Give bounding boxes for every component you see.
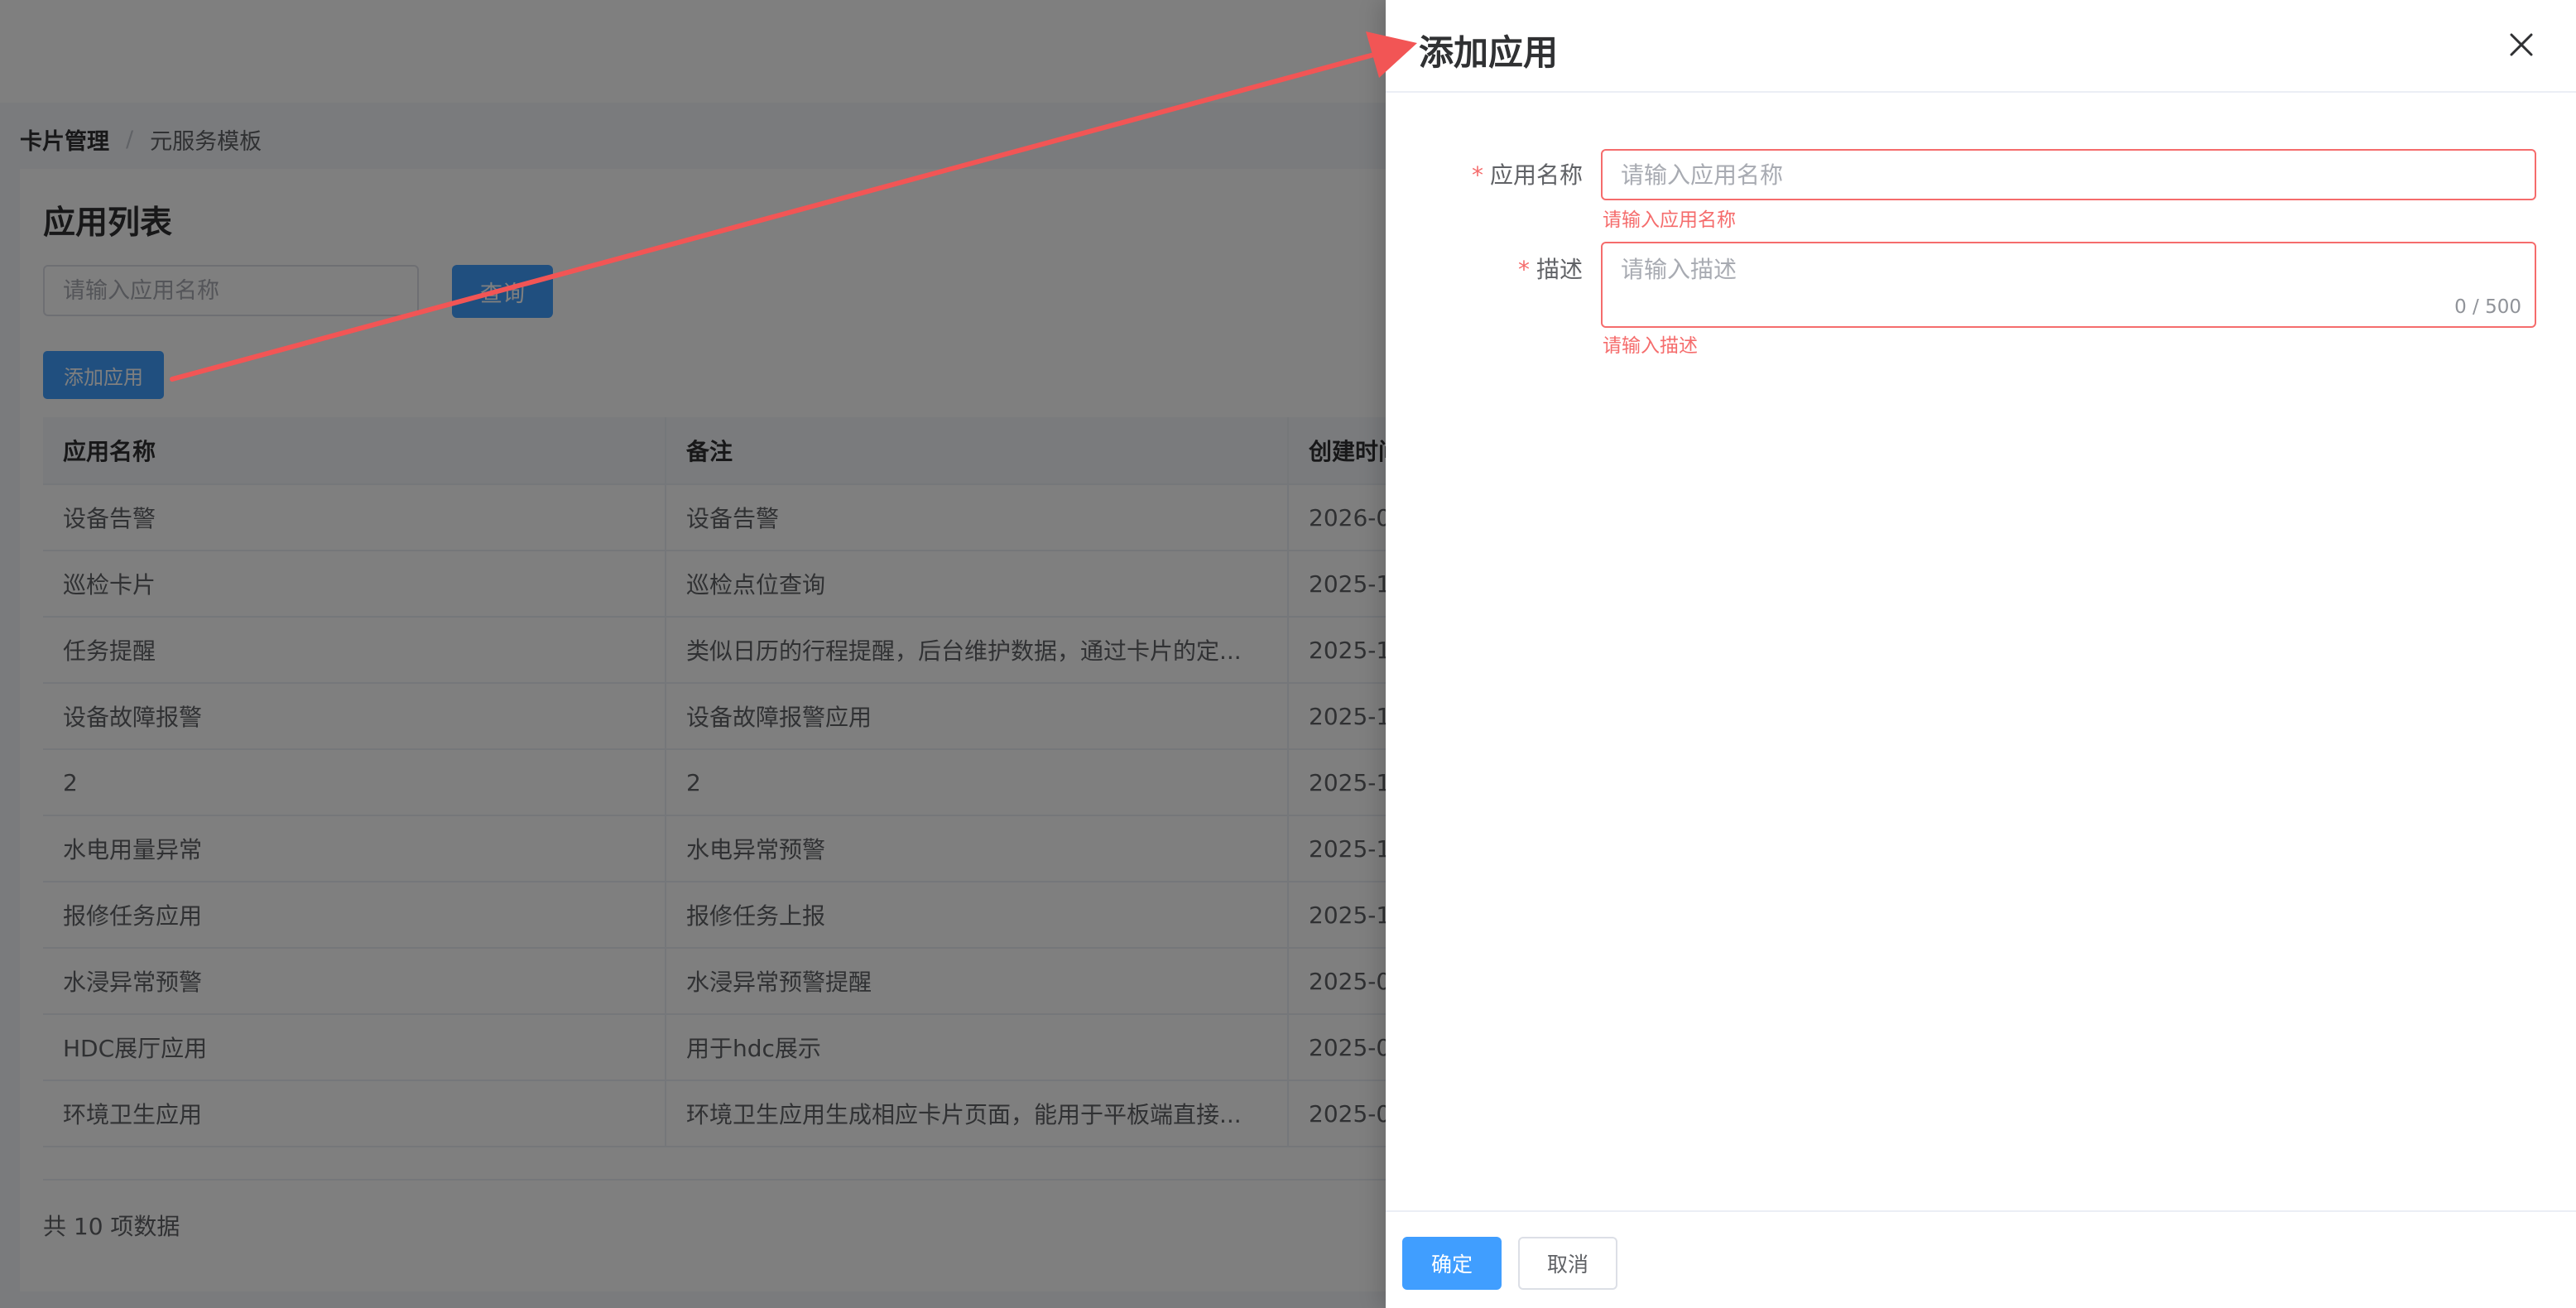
description-error: 请输入描述 bbox=[1603, 335, 1698, 357]
required-mark: * bbox=[1517, 256, 1530, 283]
description-label: * 描述 bbox=[1468, 252, 1583, 285]
app-name-label: * 应用名称 bbox=[1468, 157, 1583, 190]
description-textarea[interactable] bbox=[1601, 242, 2536, 328]
description-label-text: 描述 bbox=[1536, 256, 1583, 283]
description-char-counter: 0 / 500 bbox=[2454, 296, 2521, 318]
drawer-header: 添加应用 bbox=[1386, 0, 2576, 93]
app-name-label-text: 应用名称 bbox=[1489, 161, 1583, 189]
required-mark: * bbox=[1471, 161, 1483, 189]
cancel-button[interactable]: 取消 bbox=[1518, 1237, 1617, 1290]
drawer-footer: 确定 取消 bbox=[1386, 1210, 2576, 1308]
confirm-button[interactable]: 确定 bbox=[1402, 1237, 1502, 1290]
add-app-drawer: 添加应用 *应用名称 请输入应用名称 *描述 0 / 500 请输入描述 确定 … bbox=[1386, 0, 2576, 1308]
drawer-title: 添加应用 bbox=[1419, 32, 1559, 73]
app-name-input[interactable] bbox=[1601, 149, 2536, 200]
app-name-error: 请输入应用名称 bbox=[1603, 209, 1736, 231]
app-root: 卡片管理 / 元服务模板 应用列表 查询 添加应用 应用名称 备注 创建时间 设… bbox=[0, 0, 2576, 1308]
close-icon[interactable] bbox=[2506, 30, 2536, 60]
